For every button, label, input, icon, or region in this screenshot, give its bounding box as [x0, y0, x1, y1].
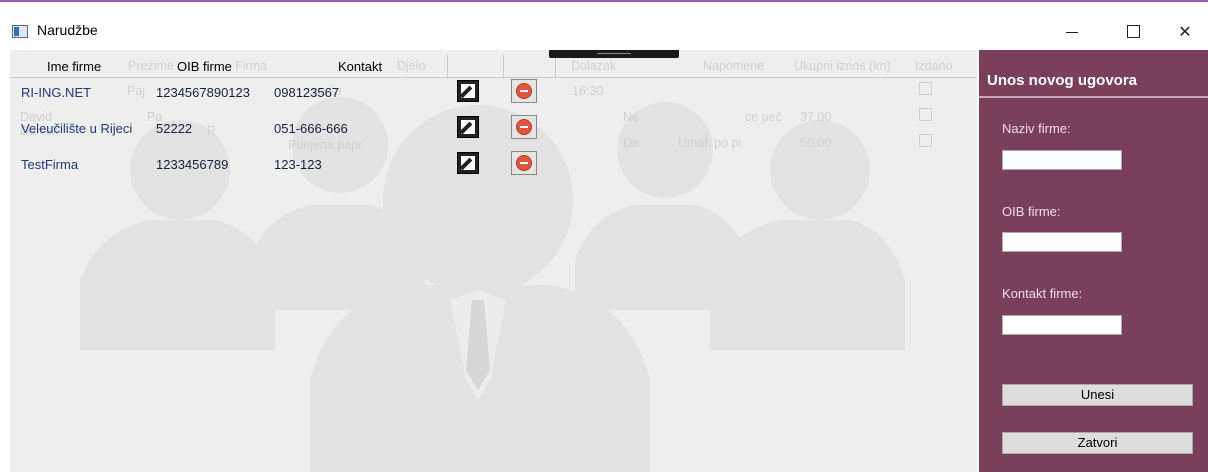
new-contract-panel: Unos novog ugovora Naziv firme: OIB firm… — [979, 50, 1208, 472]
company-contact-label: Kontakt firme: — [1002, 286, 1083, 301]
delete-button[interactable] — [511, 151, 537, 175]
close-icon: ✕ — [1178, 22, 1192, 41]
maximize-button[interactable] — [1110, 16, 1156, 48]
grid-header-row: Ime firme OIB firme Kontakt — [10, 55, 977, 78]
table-row[interactable]: RI-ING.NET 1234567890123 098123567 — [10, 77, 977, 111]
cell-company-name: Veleučilište u Rijeci — [21, 121, 133, 136]
panel-divider — [979, 96, 1208, 98]
table-row[interactable]: Veleučilište u Rijeci 52222 051-666-666 — [10, 113, 977, 147]
close-panel-button[interactable]: Zatvori — [1002, 432, 1193, 454]
minus-mark — [520, 126, 528, 128]
cell-contact: 051-666-666 — [274, 121, 348, 136]
company-name-input[interactable] — [1002, 150, 1122, 170]
cell-contact: 123-123 — [274, 157, 322, 172]
header-divider — [447, 55, 448, 77]
company-name-label: Naziv firme: — [1002, 121, 1071, 136]
splitter-grip[interactable] — [549, 50, 679, 58]
cell-oib: 52222 — [156, 121, 193, 136]
close-button[interactable]: ✕ — [1162, 16, 1208, 48]
title-bar[interactable]: Narudžbe ✕ — [0, 2, 1208, 46]
cell-oib: 1234567890123 — [156, 85, 250, 100]
edit-button[interactable] — [457, 80, 479, 102]
delete-button[interactable] — [511, 115, 537, 139]
table-row[interactable]: TestFirma 1233456789 123-123 — [10, 149, 977, 183]
cell-company-name: TestFirma — [21, 157, 79, 172]
minus-mark — [520, 162, 528, 164]
delete-button[interactable] — [511, 79, 537, 103]
header-divider — [503, 55, 504, 77]
company-contact-input[interactable] — [1002, 315, 1122, 335]
submit-button[interactable]: Unesi — [1002, 384, 1193, 406]
delete-icon — [516, 119, 532, 135]
window-title: Narudžbe — [37, 22, 98, 38]
minimize-icon — [1066, 32, 1078, 33]
delete-icon — [516, 155, 532, 171]
orders-grid[interactable]: Prezime Firma Djelo Dolazak Napomene Uku… — [10, 50, 977, 472]
header-ime-firme[interactable]: Ime firme — [47, 59, 101, 74]
cell-company-name: RI-ING.NET — [21, 85, 92, 100]
edit-button[interactable] — [457, 116, 479, 138]
company-oib-label: OIB firme: — [1002, 204, 1061, 219]
minus-mark — [520, 90, 528, 92]
panel-title: Unos novog ugovora — [987, 72, 1137, 89]
header-kontakt[interactable]: Kontakt — [338, 59, 382, 74]
minimize-button[interactable] — [1049, 16, 1095, 48]
header-oib-firme[interactable]: OIB firme — [177, 59, 232, 74]
edit-button[interactable] — [457, 152, 479, 174]
cell-oib: 1233456789 — [156, 157, 229, 172]
app-icon — [12, 25, 28, 38]
company-oib-input[interactable] — [1002, 232, 1122, 252]
cell-contact: 098123567 — [274, 85, 340, 100]
header-divider — [555, 55, 556, 77]
maximize-icon — [1126, 24, 1140, 38]
delete-icon — [516, 83, 532, 99]
